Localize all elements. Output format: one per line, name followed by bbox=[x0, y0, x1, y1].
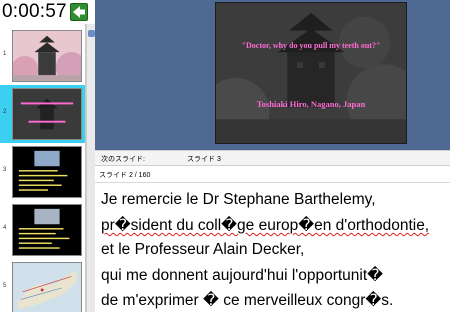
thumbnail-number: 5 bbox=[3, 283, 7, 289]
slide-counter-bar: スライド 2 / 160 bbox=[95, 166, 450, 183]
next-slide-value: スライド 3 bbox=[187, 156, 221, 163]
notes-line: Je remercie le Dr Stephane Barthelemy, bbox=[101, 191, 376, 208]
thumbnail-slide-1[interactable]: 1 bbox=[0, 27, 85, 85]
thumbnail-scrollbar[interactable] bbox=[86, 24, 95, 312]
notes-line: de m'exprimer � ce merveilleux congr�s. bbox=[101, 292, 394, 309]
thumbnail-image bbox=[12, 30, 82, 82]
thumbnail-number: 4 bbox=[3, 225, 7, 231]
speaker-notes[interactable]: Je remercie le Dr Stephane Barthelemy, p… bbox=[95, 183, 450, 312]
notes-line: qui me donnent aujourd'hui l'opportunit� bbox=[101, 267, 384, 284]
thumbnail-slide-4[interactable]: 4 bbox=[0, 201, 85, 259]
thumbnail-image bbox=[12, 204, 82, 256]
slide-stage: "Doctor, why do you pull my teeth out?" … bbox=[95, 0, 450, 150]
thumbnail-slide-3[interactable]: 3 bbox=[0, 143, 85, 201]
slide-thumbnail-panel: 1 2 3 4 5 bbox=[0, 24, 86, 312]
elapsed-timer: 0:00:57 bbox=[2, 1, 67, 22]
thumbnail-number: 3 bbox=[3, 167, 7, 173]
slide-counter: スライド 2 / 160 bbox=[99, 172, 151, 179]
next-slide-bar: 次のスライド: スライド 3 bbox=[95, 150, 450, 166]
notes-line: et le Professeur Alain Decker, bbox=[101, 241, 305, 258]
thumbnail-number: 2 bbox=[3, 109, 7, 115]
thumbnail-image bbox=[12, 262, 82, 312]
thumbnail-image bbox=[12, 88, 82, 140]
scroll-up-icon[interactable] bbox=[88, 30, 95, 37]
green-left-arrow-icon bbox=[73, 6, 85, 18]
next-slide-label: 次のスライド: bbox=[101, 156, 145, 163]
thumbnail-slide-2[interactable]: 2 bbox=[0, 85, 85, 143]
thumbnail-number: 1 bbox=[3, 51, 7, 57]
slide-quote-text: "Doctor, why do you pull my teeth out?" bbox=[241, 41, 381, 50]
timer-bar: 0:00:57 bbox=[0, 0, 94, 24]
back-arrow-button[interactable] bbox=[70, 3, 88, 21]
current-slide[interactable]: "Doctor, why do you pull my teeth out?" … bbox=[215, 2, 407, 144]
slide-credit-text: Toshiaki Hiro, Nagano, Japan bbox=[256, 99, 366, 109]
thumbnail-image bbox=[12, 146, 82, 198]
notes-line: pr�sident du coll�ge europ�en d'orthodon… bbox=[101, 217, 430, 234]
thumbnail-slide-5[interactable]: 5 bbox=[0, 259, 85, 312]
castle-background-image bbox=[216, 3, 406, 143]
